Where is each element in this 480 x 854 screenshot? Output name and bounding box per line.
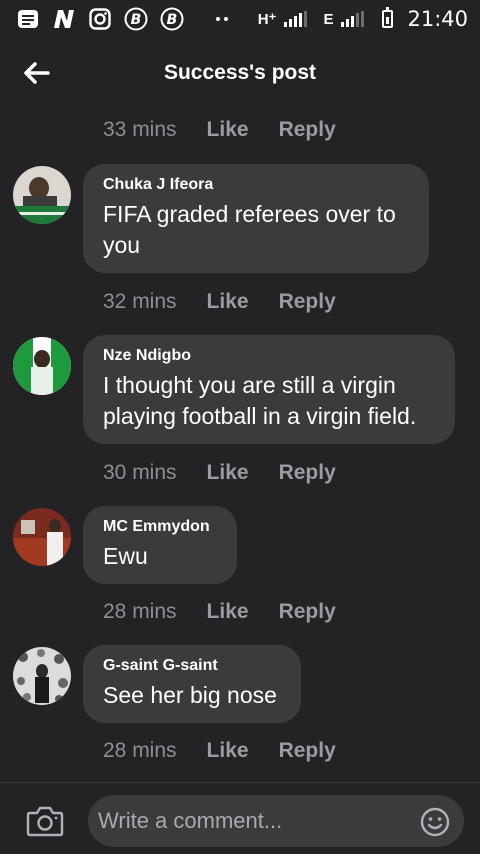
commenter-name[interactable]: Nze Ndigbo xyxy=(103,347,435,365)
like-button[interactable]: Like xyxy=(207,118,249,142)
comment-composer: Write a comment... xyxy=(0,782,480,854)
like-button[interactable]: Like xyxy=(207,600,249,624)
comment-bubble[interactable]: Nze Ndigbo I thought you are still a vir… xyxy=(83,335,455,444)
back-button[interactable] xyxy=(20,58,52,88)
avatar[interactable] xyxy=(13,337,71,395)
reply-button[interactable]: Reply xyxy=(279,739,336,763)
reply-button[interactable]: Reply xyxy=(279,118,336,142)
comment-time: 32 mins xyxy=(103,290,177,313)
avatar[interactable] xyxy=(13,508,71,566)
commenter-name[interactable]: Chuka J Ifeora xyxy=(103,176,409,194)
comment-time: 28 mins xyxy=(103,739,177,762)
like-button[interactable]: Like xyxy=(207,461,249,485)
avatar[interactable] xyxy=(13,166,71,224)
more-dots-icon xyxy=(210,8,234,30)
comment-item: Nze Ndigbo I thought you are still a vir… xyxy=(13,335,455,444)
instagram-icon xyxy=(88,8,112,30)
b-app-icon: B xyxy=(124,7,148,31)
comment-text: Ewu xyxy=(103,543,148,569)
post-header: Success's post xyxy=(0,38,480,108)
comment-time: 30 mins xyxy=(103,461,177,484)
status-left-icons: B B xyxy=(16,7,234,31)
camera-icon xyxy=(26,806,64,837)
comment-item: MC Emmydon Ewu xyxy=(13,506,237,584)
comment-bubble[interactable]: MC Emmydon Ewu xyxy=(83,506,237,584)
comment-bubble[interactable]: Chuka J Ifeora FIFA graded referees over… xyxy=(83,164,429,273)
svg-text:B: B xyxy=(167,12,178,28)
svg-text:B: B xyxy=(131,12,142,28)
reply-button[interactable]: Reply xyxy=(279,600,336,624)
like-button[interactable]: Like xyxy=(207,739,249,763)
network-type-h: H⁺ xyxy=(257,11,277,28)
comment-meta: 33 mins Like Reply xyxy=(103,118,336,142)
commenter-name[interactable]: MC Emmydon xyxy=(103,518,217,536)
comment-meta: 28 mins Like Reply xyxy=(103,600,336,624)
comment-time: 33 mins xyxy=(103,118,177,141)
comment-text: FIFA graded referees over to you xyxy=(103,201,396,258)
camera-button[interactable] xyxy=(26,805,64,837)
avatar[interactable] xyxy=(13,647,71,705)
signal-icon-2 xyxy=(341,11,365,27)
status-right-icons: H⁺ E 21:40 xyxy=(258,7,468,31)
status-bar: B B H⁺ E 21:40 xyxy=(0,0,480,38)
reply-button[interactable]: Reply xyxy=(279,461,336,485)
network-type-e: E xyxy=(323,10,334,28)
comment-bubble[interactable]: G-saint G-saint See her big nose xyxy=(83,645,301,723)
messages-icon xyxy=(16,8,40,30)
emoji-icon[interactable] xyxy=(420,807,450,837)
like-button[interactable]: Like xyxy=(207,290,249,314)
battery-icon xyxy=(382,7,394,28)
comment-time: 28 mins xyxy=(103,600,177,623)
comment-text: I thought you are still a virgin playing… xyxy=(103,372,417,429)
commenter-name[interactable]: G-saint G-saint xyxy=(103,657,281,675)
b-app-icon-2: B xyxy=(160,7,184,31)
comment-text: See her big nose xyxy=(103,682,277,708)
clock: 21:40 xyxy=(407,7,468,31)
comment-item: Chuka J Ifeora FIFA graded referees over… xyxy=(13,164,429,273)
reply-button[interactable]: Reply xyxy=(279,290,336,314)
n-app-icon xyxy=(52,8,76,30)
comment-meta: 32 mins Like Reply xyxy=(103,290,336,314)
comment-input[interactable]: Write a comment... xyxy=(88,795,464,847)
page-title: Success's post xyxy=(163,61,317,84)
signal-icon xyxy=(284,11,308,27)
comment-meta: 30 mins Like Reply xyxy=(103,461,336,485)
back-arrow-icon xyxy=(24,62,50,84)
comment-input-placeholder: Write a comment... xyxy=(98,808,283,833)
comment-item: G-saint G-saint See her big nose xyxy=(13,645,301,723)
comment-meta: 28 mins Like Reply xyxy=(103,739,336,763)
